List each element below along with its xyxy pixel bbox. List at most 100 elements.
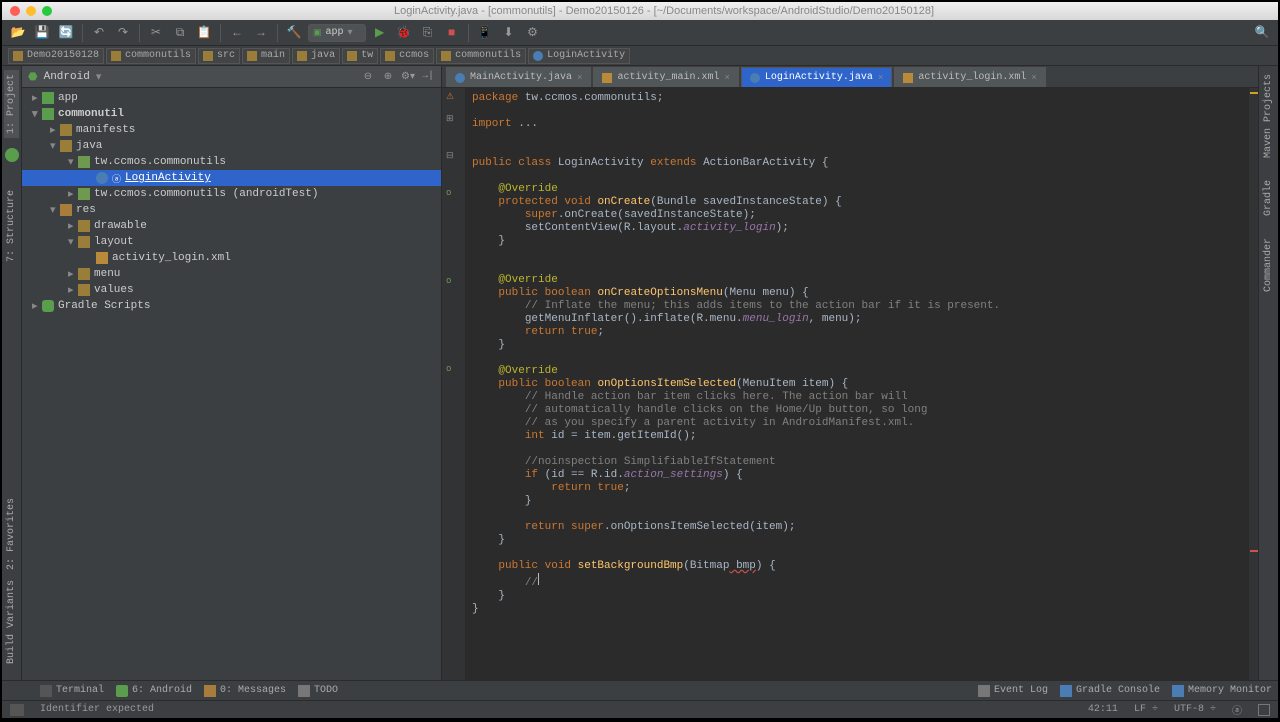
avd-manager-button[interactable]: 📱: [475, 23, 495, 43]
favorites-tool-tab[interactable]: 2: Favorites: [4, 494, 19, 574]
lock-icon[interactable]: [1258, 704, 1270, 716]
tab-login-activity[interactable]: LoginActivity.java×: [741, 67, 892, 87]
debug-button[interactable]: 🐞: [394, 23, 414, 43]
tree-node-values[interactable]: ▸values: [22, 282, 441, 298]
tree-node-package-test[interactable]: ▸tw.ccmos.commonutils (androidTest): [22, 186, 441, 202]
android-tool-tab[interactable]: 6: Android: [116, 685, 192, 697]
fold-icon[interactable]: ⊞: [446, 114, 458, 126]
redo-button[interactable]: ↷: [113, 23, 133, 43]
sync-button[interactable]: 🔄: [56, 23, 76, 43]
tree-node-layout[interactable]: ▾layout: [22, 234, 441, 250]
tree-node-drawable[interactable]: ▸drawable: [22, 218, 441, 234]
crumb-main[interactable]: main: [242, 48, 290, 64]
gradle-tool-tab[interactable]: Gradle: [1261, 176, 1276, 220]
crumb-package[interactable]: commonutils: [436, 48, 526, 64]
memory-monitor-tool-tab[interactable]: Memory Monitor: [1172, 685, 1272, 697]
editor-gutter[interactable]: ⚠ ⊞ ⊟ o o o: [442, 88, 466, 680]
save-button[interactable]: 💾: [32, 23, 52, 43]
fold-icon[interactable]: ⊟: [446, 151, 458, 163]
messages-tool-tab[interactable]: 0: Messages: [204, 685, 286, 697]
project-view-dropdown[interactable]: Android: [44, 71, 90, 83]
event-log-tool-tab[interactable]: Event Log: [978, 685, 1048, 697]
make-button[interactable]: 🔨: [284, 23, 304, 43]
separator: [82, 24, 83, 42]
attach-debugger-button[interactable]: ⎘: [418, 23, 438, 43]
tree-node-java[interactable]: ▾java: [22, 138, 441, 154]
undo-button[interactable]: ↶: [89, 23, 109, 43]
insert-mode-icon[interactable]: ⓐ: [1232, 702, 1242, 718]
crumb-src[interactable]: src: [198, 48, 240, 64]
error-marker[interactable]: [1250, 550, 1258, 552]
file-encoding[interactable]: UTF-8 ÷: [1174, 704, 1216, 715]
paste-button[interactable]: 📋: [194, 23, 214, 43]
build-variants-tool-tab[interactable]: Build Variants: [4, 576, 19, 668]
project-tool-tab[interactable]: 1: Project: [4, 70, 19, 138]
tree-node-login-activity[interactable]: ⓐLoginActivity: [22, 170, 441, 186]
left-tool-rail: 1: Project 7: Structure 2: Favorites Bui…: [2, 66, 22, 680]
stop-button[interactable]: ■: [442, 23, 462, 43]
open-button[interactable]: 📂: [8, 23, 28, 43]
close-window-button[interactable]: [10, 6, 20, 16]
run-button[interactable]: ▶: [370, 23, 390, 43]
search-button[interactable]: 🔍: [1252, 23, 1272, 43]
gradle-console-tool-tab[interactable]: Gradle Console: [1060, 685, 1160, 697]
copy-button[interactable]: ⧉: [170, 23, 190, 43]
locate-button[interactable]: ⊕: [381, 70, 395, 84]
gutter-warning-icon: ⚠: [446, 92, 458, 104]
separator: [139, 24, 140, 42]
code-editor[interactable]: package tw.ccmos.commonutils; import ...…: [466, 88, 1248, 680]
todo-tool-tab[interactable]: TODO: [298, 685, 338, 697]
commander-tool-tab[interactable]: Commander: [1261, 234, 1276, 296]
run-config-label: app: [326, 27, 344, 38]
close-tab-icon[interactable]: ×: [724, 73, 729, 83]
crumb-class[interactable]: LoginActivity: [528, 48, 630, 64]
override-icon[interactable]: o: [446, 188, 458, 200]
structure-tool-tab[interactable]: 7: Structure: [4, 186, 19, 266]
main-toolbar: 📂 💾 🔄 ↶ ↷ ✂ ⧉ 📋 ← → 🔨 ▣ app ▾ ▶ 🐞 ⎘ ■ 📱 …: [2, 20, 1278, 46]
collapse-all-button[interactable]: ⊖: [361, 70, 375, 84]
tree-node-menu[interactable]: ▸menu: [22, 266, 441, 282]
editor-scrollbar[interactable]: [1248, 88, 1258, 680]
sdk-manager-button[interactable]: ⬇: [499, 23, 519, 43]
hide-panel-button[interactable]: →|: [421, 70, 435, 84]
ddms-button[interactable]: ⚙: [523, 23, 543, 43]
maximize-window-button[interactable]: [42, 6, 52, 16]
back-button[interactable]: ←: [227, 23, 247, 43]
tree-node-gradle-scripts[interactable]: ▸Gradle Scripts: [22, 298, 441, 314]
green-indicator-icon: [5, 148, 19, 162]
separator: [277, 24, 278, 42]
crumb-project[interactable]: Demo20150128: [8, 48, 104, 64]
crumb-module[interactable]: commonutils: [106, 48, 196, 64]
line-separator[interactable]: LF ÷: [1134, 704, 1158, 715]
warning-marker[interactable]: [1250, 92, 1258, 94]
caret-position[interactable]: 42:11: [1088, 704, 1118, 715]
tree-node-module[interactable]: ▾commonutil: [22, 106, 441, 122]
tree-node-app[interactable]: ▸app: [22, 90, 441, 106]
close-tab-icon[interactable]: ×: [1031, 73, 1036, 83]
cut-button[interactable]: ✂: [146, 23, 166, 43]
close-tab-icon[interactable]: ×: [577, 73, 582, 83]
override-icon[interactable]: o: [446, 276, 458, 288]
project-tree[interactable]: ▸app ▾commonutil ▸manifests ▾java ▾tw.cc…: [22, 88, 441, 680]
forward-button[interactable]: →: [251, 23, 271, 43]
crumb-ccmos[interactable]: ccmos: [380, 48, 434, 64]
status-icon[interactable]: [10, 704, 24, 716]
bottom-tool-bar: Terminal 6: Android 0: Messages TODO Eve…: [2, 680, 1278, 700]
tab-main-activity[interactable]: MainActivity.java×: [446, 67, 591, 87]
tab-activity-login-xml[interactable]: activity_login.xml×: [894, 67, 1045, 87]
maven-tool-tab[interactable]: Maven Projects: [1261, 70, 1276, 162]
settings-button[interactable]: ⚙▾: [401, 70, 415, 84]
minimize-window-button[interactable]: [26, 6, 36, 16]
override-icon[interactable]: o: [446, 364, 458, 376]
tree-node-activity-login-xml[interactable]: activity_login.xml: [22, 250, 441, 266]
tab-activity-main-xml[interactable]: activity_main.xml×: [593, 67, 738, 87]
close-tab-icon[interactable]: ×: [878, 73, 883, 83]
crumb-tw[interactable]: tw: [342, 48, 378, 64]
terminal-tool-tab[interactable]: Terminal: [40, 685, 104, 697]
run-config-dropdown[interactable]: ▣ app ▾: [308, 24, 366, 42]
tree-node-package[interactable]: ▾tw.ccmos.commonutils: [22, 154, 441, 170]
tree-node-res[interactable]: ▾res: [22, 202, 441, 218]
crumb-java[interactable]: java: [292, 48, 340, 64]
project-panel-header: ⬣ Android ▾ ⊖ ⊕ ⚙▾ →|: [22, 66, 441, 88]
tree-node-manifests[interactable]: ▸manifests: [22, 122, 441, 138]
